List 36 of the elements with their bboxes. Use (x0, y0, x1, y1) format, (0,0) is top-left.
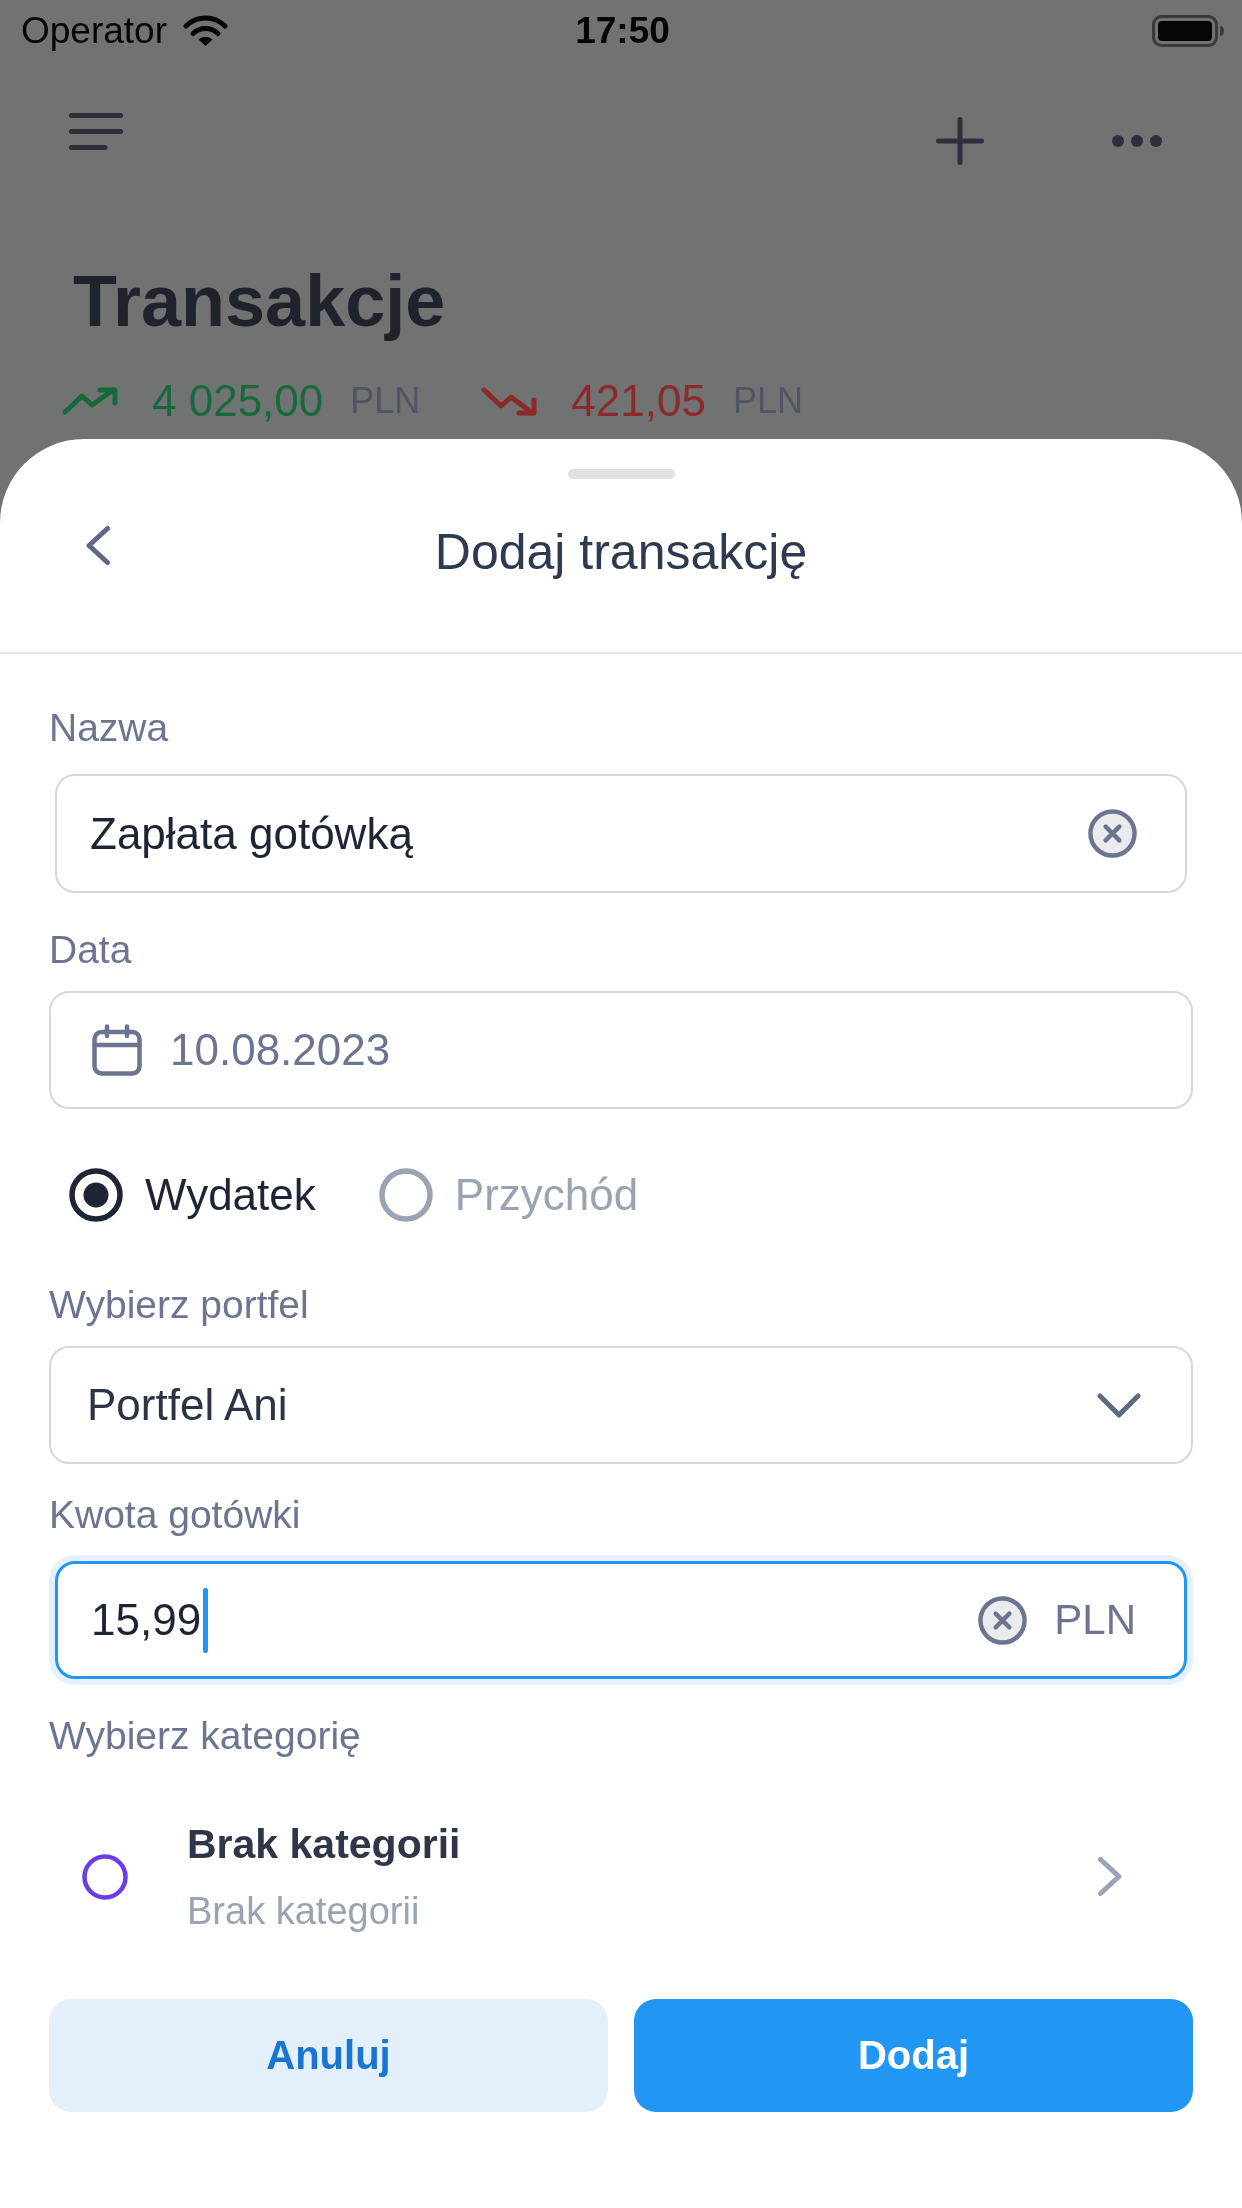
field-label: Kwota gotówki (49, 1492, 301, 1538)
field-label: Data (49, 927, 132, 973)
field-label: Nazwa (49, 705, 169, 751)
income-amount: 4 025,00 (152, 375, 324, 427)
wallet-select[interactable]: Portfel Ani (49, 1346, 1193, 1464)
more-icon[interactable] (1112, 135, 1162, 147)
currency-label: PLN (1054, 1596, 1136, 1644)
sheet-title: Dodaj transakcję (434, 523, 808, 581)
battery-icon (1152, 15, 1224, 47)
category-description: Brak kategorii (187, 1889, 420, 1933)
wifi-icon (183, 15, 228, 47)
radio-option[interactable]: Wydatek (69, 1168, 316, 1222)
plus-icon[interactable] (936, 117, 984, 165)
expense-amount: 421,05 (571, 375, 706, 427)
category-name[interactable]: Brak kategorii (187, 1820, 461, 1868)
trend-up-icon (62, 387, 118, 415)
trend-down-icon (481, 386, 538, 416)
chevron-right-icon[interactable] (1097, 1856, 1123, 1897)
chevron-down-icon (1097, 1392, 1141, 1418)
menu-icon[interactable] (69, 112, 123, 150)
text-input[interactable]: 15,99 PLN (55, 1561, 1187, 1679)
back-button[interactable] (85, 524, 111, 566)
clear-icon[interactable] (1088, 809, 1137, 858)
text-input[interactable]: Zapłata gotówką (55, 774, 1187, 893)
chevron-left-icon (85, 524, 111, 566)
date-field[interactable]: 10.08.2023 (49, 991, 1193, 1109)
category-ring-icon (82, 1853, 128, 1900)
field-label: Wybierz portfel (49, 1282, 309, 1328)
carrier-name: Operator (21, 9, 167, 53)
cancel-button[interactable]: Anuluj (49, 1999, 608, 2112)
drag-handle[interactable] (567, 469, 675, 479)
clear-icon[interactable] (978, 1595, 1028, 1645)
clock-time: 17:50 (575, 9, 670, 53)
text-cursor-icon (203, 1587, 209, 1653)
field-label: Wybierz kategorię (49, 1713, 361, 1759)
calendar-icon (92, 1024, 142, 1076)
